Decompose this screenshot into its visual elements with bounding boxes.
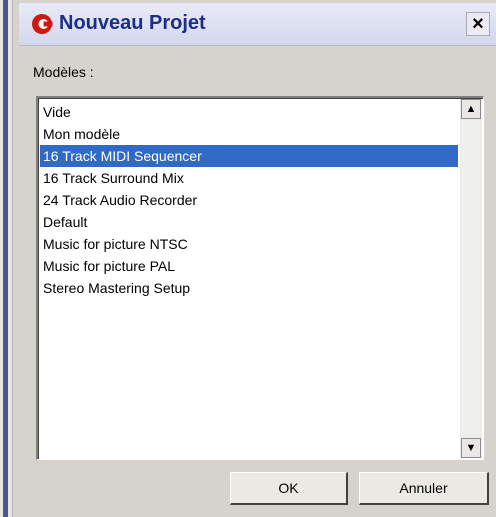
list-item[interactable]: 24 Track Audio Recorder (40, 189, 458, 211)
list-item[interactable]: Default (40, 211, 458, 233)
list-item[interactable]: Vide (40, 101, 458, 123)
list-item-selected[interactable]: 16 Track MIDI Sequencer (40, 145, 458, 167)
screen: Nouveau Projet × Modèles : Vide Mon modè… (0, 0, 496, 517)
window-title: Nouveau Projet (59, 12, 206, 34)
title-bar[interactable]: Nouveau Projet × (19, 3, 496, 46)
close-icon: × (472, 13, 484, 35)
background-window-edge (0, 0, 13, 517)
close-button[interactable]: × (466, 12, 490, 36)
list-item[interactable]: 16 Track Surround Mix (40, 167, 458, 189)
chevron-down-icon: ▼ (465, 442, 477, 454)
list-item[interactable]: Music for picture PAL (40, 255, 458, 277)
list-item[interactable]: Mon modèle (40, 123, 458, 145)
chevron-up-icon: ▲ (465, 103, 477, 115)
models-list: Vide Mon modèle 16 Track MIDI Sequencer … (40, 101, 458, 299)
list-item[interactable]: Music for picture NTSC (40, 233, 458, 255)
scroll-down-button[interactable]: ▼ (461, 438, 481, 458)
ok-button[interactable]: OK (230, 472, 348, 505)
vertical-scrollbar[interactable]: ▲ ▼ (460, 99, 482, 458)
models-listbox[interactable]: Vide Mon modèle 16 Track MIDI Sequencer … (36, 96, 484, 460)
new-project-dialog: Nouveau Projet × Modèles : Vide Mon modè… (19, 0, 496, 517)
cancel-button[interactable]: Annuler (359, 472, 489, 505)
scroll-track[interactable] (461, 120, 481, 437)
list-item[interactable]: Stereo Mastering Setup (40, 277, 458, 299)
scroll-up-button[interactable]: ▲ (461, 99, 481, 119)
models-label: Modèles : (33, 64, 94, 80)
cubase-logo-icon (32, 14, 53, 34)
background-window-stripe (3, 0, 8, 517)
